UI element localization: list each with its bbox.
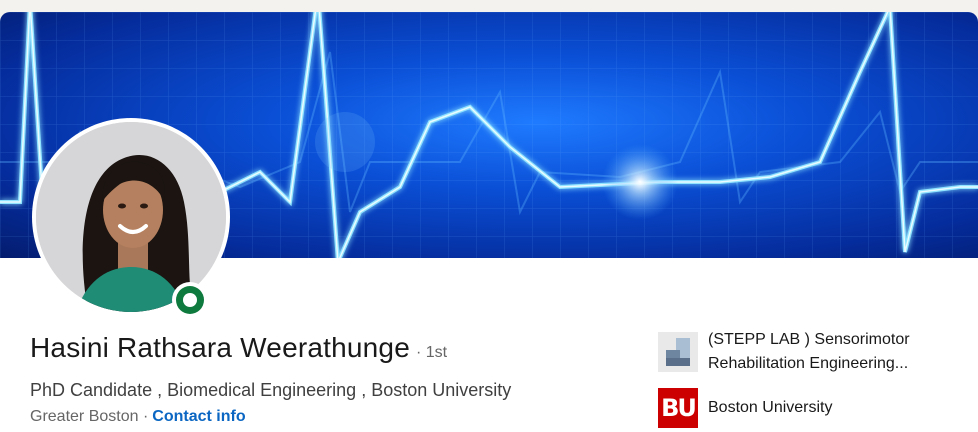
boston-university-logo-icon: BU <box>658 388 698 428</box>
profile-card: Hasini Rathsara Weerathunge · 1st PhD Ca… <box>0 12 978 432</box>
profile-location: Greater Boston · <box>30 408 149 425</box>
organization-item-boston-university[interactable]: BU Boston University <box>658 388 948 428</box>
stepp-lab-logo-icon <box>658 332 698 372</box>
organization-name: (STEPP LAB ) Sensorimotor Rehabilitation… <box>708 331 910 372</box>
online-status-icon <box>172 282 208 318</box>
organization-item-stepp-lab[interactable]: (STEPP LAB ) Sensorimotor Rehabilitation… <box>658 328 948 376</box>
organization-name: Boston University <box>708 399 833 416</box>
profile-name-row: Hasini Rathsara Weerathunge · 1st <box>30 332 447 364</box>
connection-degree: · 1st <box>415 344 448 361</box>
location-row: Greater Boston · Contact info <box>30 408 246 426</box>
profile-headline: PhD Candidate , Biomedical Engineering ,… <box>30 380 512 400</box>
profile-name: Hasini Rathsara Weerathunge <box>30 332 410 363</box>
contact-info-link[interactable]: Contact info <box>152 408 245 426</box>
